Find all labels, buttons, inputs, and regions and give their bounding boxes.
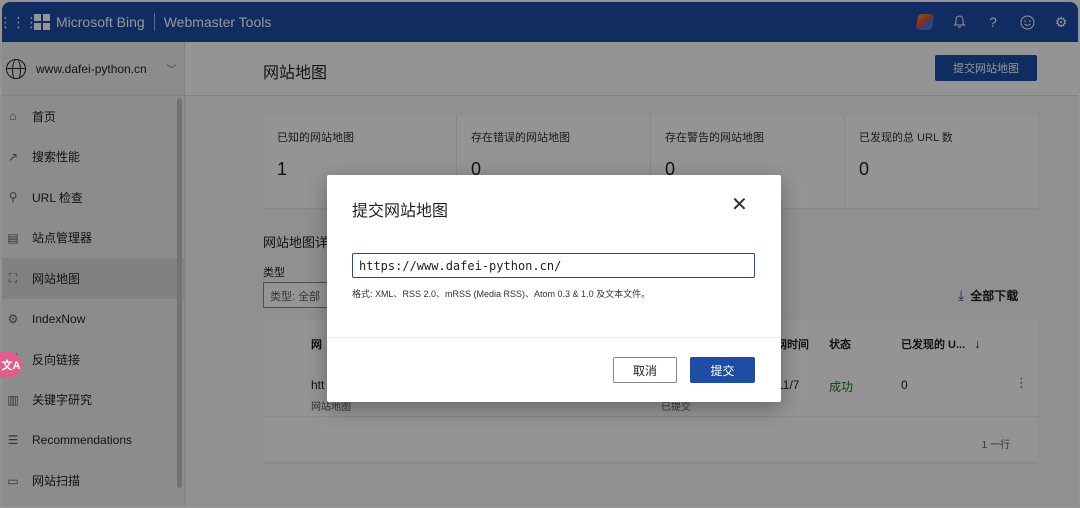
dialog-title: 提交网站地图 bbox=[352, 203, 449, 220]
sitemap-url-input[interactable] bbox=[352, 253, 755, 278]
format-help-text: 格式: XML、RSS 2.0、mRSS (Media RSS)、Atom 0.… bbox=[352, 289, 651, 299]
submit-sitemap-dialog: 提交网站地图 ✕ 格式: XML、RSS 2.0、mRSS (Media RSS… bbox=[327, 175, 781, 402]
dialog-divider bbox=[327, 337, 781, 338]
close-icon[interactable]: ✕ bbox=[731, 195, 748, 215]
submit-button[interactable]: 提交 bbox=[690, 357, 755, 383]
cancel-button[interactable]: 取消 bbox=[613, 357, 677, 383]
